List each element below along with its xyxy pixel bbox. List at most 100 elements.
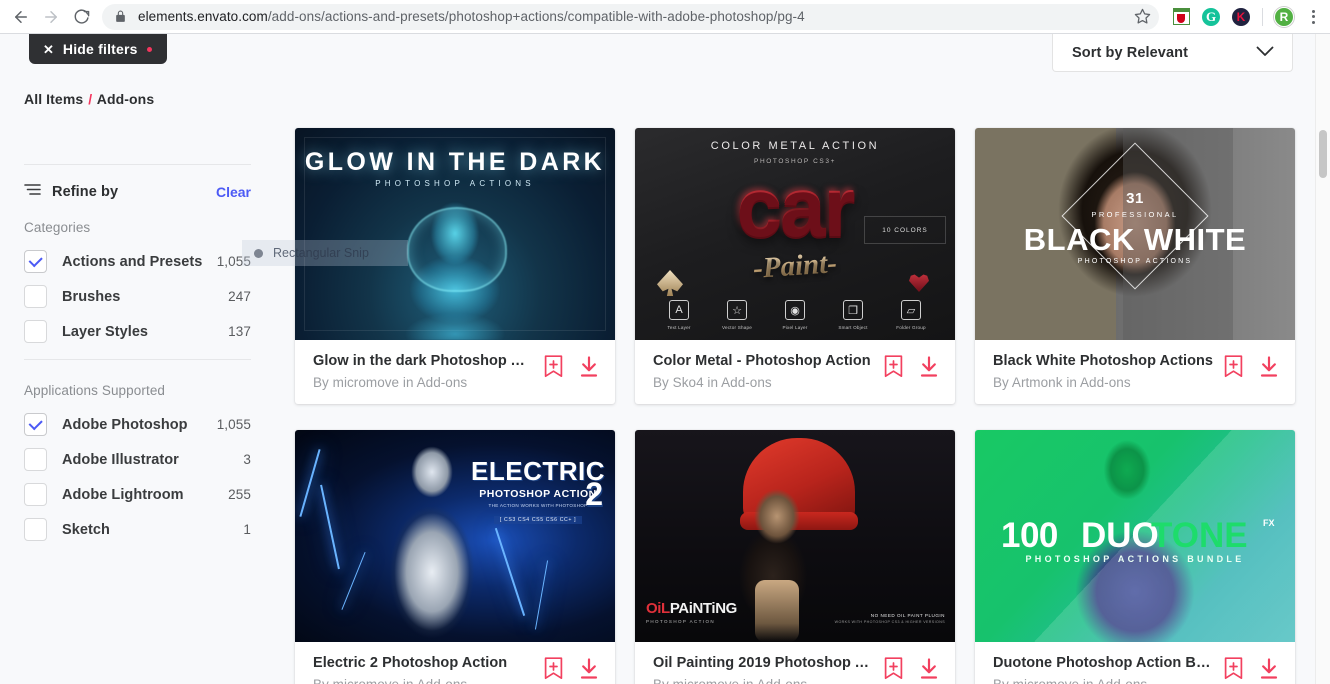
url-path: /add-ons/actions-and-presets/photoshop+a… (267, 9, 805, 24)
bookmark-plus-icon[interactable] (1224, 657, 1243, 684)
breadcrumb-root[interactable]: All Items (24, 91, 83, 107)
scrollbar-thumb[interactable] (1319, 130, 1327, 178)
text-layer-icon: A (669, 300, 689, 320)
item-byline: By micromove in Add-ons (313, 375, 468, 390)
art-number: 2 (585, 476, 603, 512)
item-byline: By micromove in Add-ons (653, 677, 874, 684)
checkbox-layer-styles[interactable] (24, 320, 47, 343)
filters-sidebar: All Items / Add-ons Refine by Clear Cate… (0, 34, 276, 684)
grammarly-extension-icon[interactable]: G (1197, 3, 1225, 31)
spade-shape-icon (657, 270, 683, 296)
item-meta: Black White Photoshop Actions By Artmonk… (975, 340, 1295, 404)
item-thumbnail[interactable]: COLOR METAL ACTION PHOTOSHOP CS3+ car -P… (635, 128, 955, 340)
address-bar[interactable]: elements.envato.com/add-ons/actions-and-… (102, 3, 1159, 30)
item-meta: Color Metal - Photoshop Action By Sko4 i… (635, 340, 955, 404)
item-thumbnail[interactable]: GLOW IN THE DARK PHOTOSHOP ACTIONS (295, 128, 615, 340)
item-byline: By Artmonk in Add-ons (993, 375, 1131, 390)
forward-arrow-icon[interactable] (36, 2, 66, 32)
checkbox-actions-and-presets[interactable] (24, 250, 47, 273)
filter-row-actions-and-presets[interactable]: Actions and Presets 1,055 (24, 244, 251, 279)
k-letter: K (1232, 7, 1250, 26)
filter-row-sketch[interactable]: Sketch 1 (24, 512, 251, 547)
navigation-buttons (0, 2, 96, 32)
art-icon-caption: Vector Shape (722, 325, 752, 330)
breadcrumb-current[interactable]: Add-ons (97, 91, 154, 107)
filter-label-layer-styles: Layer Styles (62, 323, 149, 340)
sort-dropdown[interactable]: Sort by Relevant (1052, 34, 1293, 72)
art-tag-1: NO NEED OIL PAINT PLUGIN (870, 613, 945, 618)
checkbox-sketch[interactable] (24, 518, 47, 541)
bookmark-star-icon[interactable] (1129, 4, 1155, 30)
art-logo-white: PAiNTiNG (669, 600, 737, 617)
art-logo: OiLPAiNTiNG PHOTOSHOP ACTION (646, 600, 737, 624)
bookmark-plus-icon[interactable] (884, 355, 903, 383)
filter-row-adobe-photoshop[interactable]: Adobe Photoshop 1,055 (24, 407, 251, 442)
download-icon[interactable] (579, 657, 599, 684)
avatar[interactable]: R (1270, 3, 1298, 31)
art-headline: COLOR METAL ACTION (710, 140, 880, 152)
download-icon[interactable] (1259, 355, 1279, 383)
art-number: 31 (1126, 190, 1144, 207)
item-thumbnail[interactable]: OiLPAiNTiNG PHOTOSHOP ACTION NO NEED OIL… (635, 430, 955, 642)
grammarly-letter: G (1202, 7, 1220, 26)
checkbox-brushes[interactable] (24, 285, 47, 308)
bookmark-plus-icon[interactable] (884, 657, 903, 684)
art-script: -Paint- (752, 247, 838, 285)
item-meta: Duotone Photoshop Action Bundle By micro… (975, 642, 1295, 684)
item-card-duotone[interactable]: 100 DUO TONE FX PHOTOSHOP ACTIONS BUNDLE… (975, 430, 1295, 684)
filter-row-adobe-lightroom[interactable]: Adobe Lightroom 255 (24, 477, 251, 512)
clear-filters-link[interactable]: Clear (216, 184, 251, 200)
filter-label-adobe-lightroom: Adobe Lightroom (62, 486, 184, 503)
item-actions (1224, 655, 1279, 684)
thumbnail-art-duotone: 100 DUO TONE FX PHOTOSHOP ACTIONS BUNDLE (975, 430, 1295, 642)
back-arrow-icon[interactable] (6, 2, 36, 32)
filter-row-brushes[interactable]: Brushes 247 (24, 279, 251, 314)
three-dot-menu-icon[interactable] (1300, 3, 1326, 31)
checkbox-adobe-lightroom[interactable] (24, 483, 47, 506)
item-thumbnail[interactable]: 100 DUO TONE FX PHOTOSHOP ACTIONS BUNDLE (975, 430, 1295, 642)
download-icon[interactable] (579, 355, 599, 383)
art-subtitle: PHOTOSHOP ACTIONS (1077, 258, 1193, 265)
reload-icon[interactable] (66, 2, 96, 32)
filter-row-layer-styles[interactable]: Layer Styles 137 (24, 314, 251, 349)
checkbox-adobe-illustrator[interactable] (24, 448, 47, 471)
item-card-black-white[interactable]: 31 PROFESSIONAL BLACK WHITE PHOTOSHOP AC… (975, 128, 1295, 404)
udemy-coupon-extension-icon[interactable] (1167, 3, 1195, 31)
k-extension-icon[interactable]: K (1227, 3, 1255, 31)
filter-group-title-categories: Categories (24, 220, 91, 235)
filter-count-adobe-photoshop: 1,055 (216, 417, 251, 432)
item-card-oil-painting[interactable]: OiLPAiNTiNG PHOTOSHOP ACTION NO NEED OIL… (635, 430, 955, 684)
bookmark-plus-icon[interactable] (1224, 355, 1243, 383)
download-icon[interactable] (919, 657, 939, 684)
art-subtitle: PHOTOSHOP ACTION (646, 619, 715, 624)
item-title[interactable]: Black White Photoshop Actions (993, 353, 1214, 369)
sort-label: Sort by Relevant (1072, 44, 1189, 61)
lock-icon (114, 10, 128, 24)
download-icon[interactable] (1259, 657, 1279, 684)
art-word: car (736, 161, 855, 252)
sidebar-divider-top (24, 164, 251, 165)
item-thumbnail[interactable]: ELECTRIC PHOTOSHOP ACTION THE ACTION WOR… (295, 430, 615, 642)
download-icon[interactable] (919, 355, 939, 383)
bookmark-plus-icon[interactable] (544, 657, 563, 684)
item-title[interactable]: Color Metal - Photoshop Action (653, 353, 874, 369)
item-thumbnail[interactable]: 31 PROFESSIONAL BLACK WHITE PHOTOSHOP AC… (975, 128, 1295, 340)
art-icon-caption: Smart Object (838, 325, 868, 330)
toolbar-divider (1262, 7, 1263, 26)
item-card-glow-in-the-dark[interactable]: GLOW IN THE DARK PHOTOSHOP ACTIONS Glow … (295, 128, 615, 404)
item-title[interactable]: Glow in the dark Photoshop Acti... (313, 353, 534, 369)
thumbnail-art-black-white: 31 PROFESSIONAL BLACK WHITE PHOTOSHOP AC… (975, 128, 1295, 340)
item-card-electric-2[interactable]: ELECTRIC PHOTOSHOP ACTION THE ACTION WOR… (295, 430, 615, 684)
item-title[interactable]: Duotone Photoshop Action Bundle (993, 655, 1214, 671)
item-title[interactable]: Electric 2 Photoshop Action (313, 655, 534, 671)
item-card-color-metal[interactable]: COLOR METAL ACTION PHOTOSHOP CS3+ car -P… (635, 128, 955, 404)
item-title[interactable]: Oil Painting 2019 Photoshop Act... (653, 655, 874, 671)
page-scrollbar[interactable] (1315, 34, 1330, 684)
bookmark-plus-icon[interactable] (544, 355, 563, 383)
art-tag-block: NO NEED OIL PAINT PLUGIN WORKS WITH PHOT… (835, 613, 945, 624)
art-subtitle: PHOTOSHOP ACTIONS BUNDLE (1025, 554, 1245, 564)
smart-object-icon: ❐ (843, 300, 863, 320)
item-actions (884, 353, 939, 383)
checkbox-adobe-photoshop[interactable] (24, 413, 47, 436)
filter-row-adobe-illustrator[interactable]: Adobe Illustrator 3 (24, 442, 251, 477)
